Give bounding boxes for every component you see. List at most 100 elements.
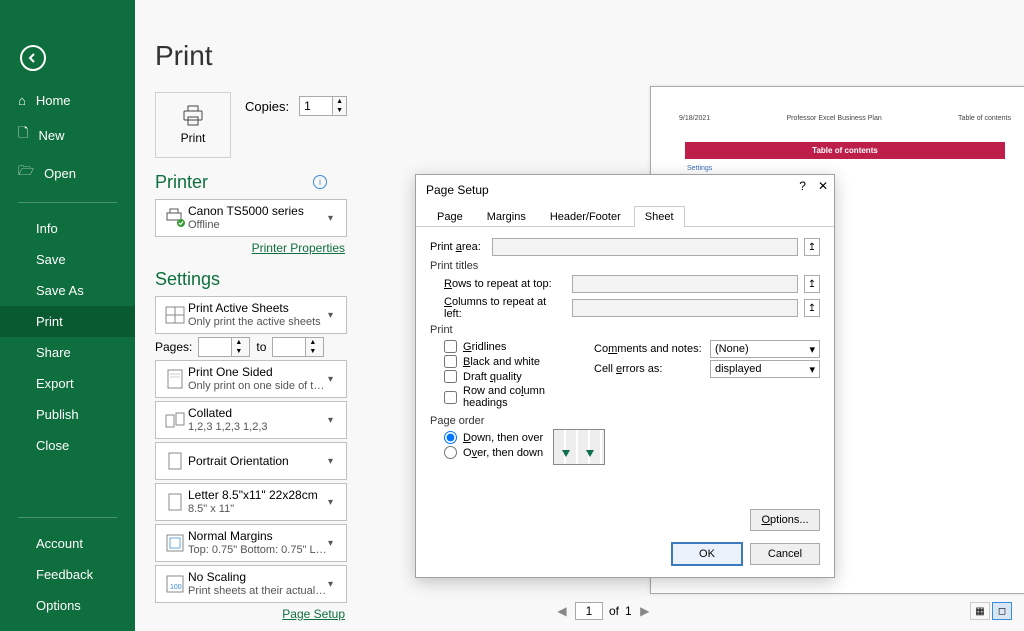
nav-options[interactable]: Options <box>0 590 135 621</box>
preview-navigation: ◀ of 1 ▶ ▦ ◻ <box>555 599 1012 623</box>
nav-export[interactable]: Export <box>0 368 135 399</box>
page-setup-link[interactable]: Page Setup <box>155 607 347 621</box>
cols-repeat-label: Columns to repeat at left: <box>444 296 566 320</box>
page-icon <box>162 369 188 389</box>
nav-home[interactable]: ⌂Home <box>0 85 135 116</box>
tab-margins[interactable]: Margins <box>476 206 537 227</box>
setting-main: Print One Sided <box>188 365 328 380</box>
setting-main: Normal Margins <box>188 529 328 544</box>
setting-paper-size[interactable]: Letter 8.5"x11" 22x28cm8.5" x 11" ▾ <box>155 483 347 521</box>
setting-collated[interactable]: Collated1,2,3 1,2,3 1,2,3 ▾ <box>155 401 347 439</box>
ok-button[interactable]: OK <box>672 543 742 565</box>
nav-close[interactable]: Close <box>0 430 135 461</box>
setting-one-sided[interactable]: Print One SidedOnly print on one side of… <box>155 360 347 398</box>
comments-select[interactable]: (None)▾ <box>710 340 820 358</box>
spin-down-icon[interactable]: ▼ <box>306 347 319 356</box>
print-button[interactable]: Print <box>155 92 231 158</box>
cols-repeat-input[interactable] <box>572 299 798 317</box>
printer-name: Canon TS5000 series <box>188 204 328 219</box>
pages-to-input[interactable] <box>273 338 305 356</box>
over-then-down-radio[interactable] <box>444 446 457 459</box>
preview-date: 9/18/2021 <box>679 115 710 122</box>
nav-save[interactable]: Save <box>0 244 135 275</box>
nav-label: Close <box>36 438 69 453</box>
tab-page[interactable]: Page <box>426 206 474 227</box>
current-page-input[interactable] <box>575 602 603 620</box>
setting-orientation[interactable]: Portrait Orientation ▾ <box>155 442 347 480</box>
dialog-close-button[interactable]: ✕ <box>818 179 828 193</box>
chevron-down-icon: ▾ <box>328 374 340 385</box>
draft-checkbox[interactable] <box>444 370 457 383</box>
setting-sub: Print sheets at their actual size <box>188 585 328 599</box>
show-margins-button[interactable]: ▦ <box>970 602 990 620</box>
spin-up-icon[interactable]: ▲ <box>232 338 245 347</box>
back-button[interactable] <box>20 45 46 71</box>
collapse-dialog-icon[interactable]: ↥ <box>804 299 820 317</box>
headings-label: Row and column headings <box>463 385 584 409</box>
pages-to-label: to <box>256 340 266 354</box>
print-area-label: Print area: <box>430 241 486 253</box>
spin-up-icon[interactable]: ▲ <box>333 97 346 106</box>
options-button[interactable]: Options... <box>750 509 820 531</box>
nav-info[interactable]: Info <box>0 213 135 244</box>
rows-repeat-label: Rows to repeat at top: <box>444 278 566 290</box>
copies-input[interactable] <box>300 97 332 115</box>
spin-down-icon[interactable]: ▼ <box>232 347 245 356</box>
nav-print[interactable]: Print <box>0 306 135 337</box>
paper-icon <box>162 493 188 511</box>
settings-heading: Settings <box>155 269 347 290</box>
setting-main: No Scaling <box>188 570 328 585</box>
gridlines-label: Gridlines <box>463 341 506 353</box>
info-icon[interactable]: i <box>313 175 327 189</box>
rows-repeat-input[interactable] <box>572 275 798 293</box>
tab-sheet[interactable]: Sheet <box>634 206 685 227</box>
spin-down-icon[interactable]: ▼ <box>333 106 346 115</box>
nav-open[interactable]: 🗁Open <box>0 154 135 192</box>
page-order-preview-icon <box>553 429 605 465</box>
copies-spinner[interactable]: ▲▼ <box>299 96 347 116</box>
setting-scaling[interactable]: 100 No ScalingPrint sheets at their actu… <box>155 565 347 603</box>
spin-up-icon[interactable]: ▲ <box>306 338 319 347</box>
divider <box>18 202 117 203</box>
setting-print-active-sheets[interactable]: Print Active SheetsOnly print the active… <box>155 296 347 334</box>
gridlines-checkbox[interactable] <box>444 340 457 353</box>
nav-share[interactable]: Share <box>0 337 135 368</box>
print-button-label: Print <box>181 131 206 145</box>
pages-from-input[interactable] <box>199 338 231 356</box>
nav-label: Info <box>36 221 58 236</box>
black-white-checkbox[interactable] <box>444 355 457 368</box>
zoom-to-page-button[interactable]: ◻ <box>992 602 1012 620</box>
svg-text:100: 100 <box>170 584 182 591</box>
printer-icon <box>180 105 206 127</box>
preview-center-header: Professor Excel Business Plan <box>786 115 881 122</box>
printer-selector[interactable]: Canon TS5000 series Offline ▾ <box>155 199 347 237</box>
nav-feedback[interactable]: Feedback <box>0 559 135 590</box>
dialog-help-button[interactable]: ? <box>799 179 806 193</box>
nav-new[interactable]: 🗋New <box>0 116 135 154</box>
scaling-icon: 100 <box>162 575 188 593</box>
cancel-button[interactable]: Cancel <box>750 543 820 565</box>
prev-page-button[interactable]: ◀ <box>555 604 569 618</box>
tab-header-footer[interactable]: Header/Footer <box>539 206 632 227</box>
next-page-button[interactable]: ▶ <box>638 604 652 618</box>
collapse-dialog-icon[interactable]: ↥ <box>804 238 820 256</box>
nav-label: Export <box>36 376 74 391</box>
pages-to-spinner[interactable]: ▲▼ <box>272 337 324 357</box>
nav-account[interactable]: Account <box>0 528 135 559</box>
comments-label: Comments and notes: <box>594 343 704 355</box>
nav-publish[interactable]: Publish <box>0 399 135 430</box>
setting-sub: 1,2,3 1,2,3 1,2,3 <box>188 421 328 435</box>
chevron-down-icon: ▾ <box>328 579 340 590</box>
nav-save-as[interactable]: Save As <box>0 275 135 306</box>
errors-label: Cell errors as: <box>594 363 704 375</box>
printer-properties-link[interactable]: Printer Properties <box>155 241 347 255</box>
collapse-dialog-icon[interactable]: ↥ <box>804 275 820 293</box>
print-area-input[interactable] <box>492 238 798 256</box>
open-icon: 🗁 <box>18 162 34 184</box>
setting-margins[interactable]: Normal MarginsTop: 0.75" Bottom: 0.75" L… <box>155 524 347 562</box>
errors-select[interactable]: displayed▾ <box>710 360 820 378</box>
pages-from-spinner[interactable]: ▲▼ <box>198 337 250 357</box>
headings-checkbox[interactable] <box>444 391 457 404</box>
down-then-over-radio[interactable] <box>444 431 457 444</box>
nav-label: New <box>38 128 64 143</box>
